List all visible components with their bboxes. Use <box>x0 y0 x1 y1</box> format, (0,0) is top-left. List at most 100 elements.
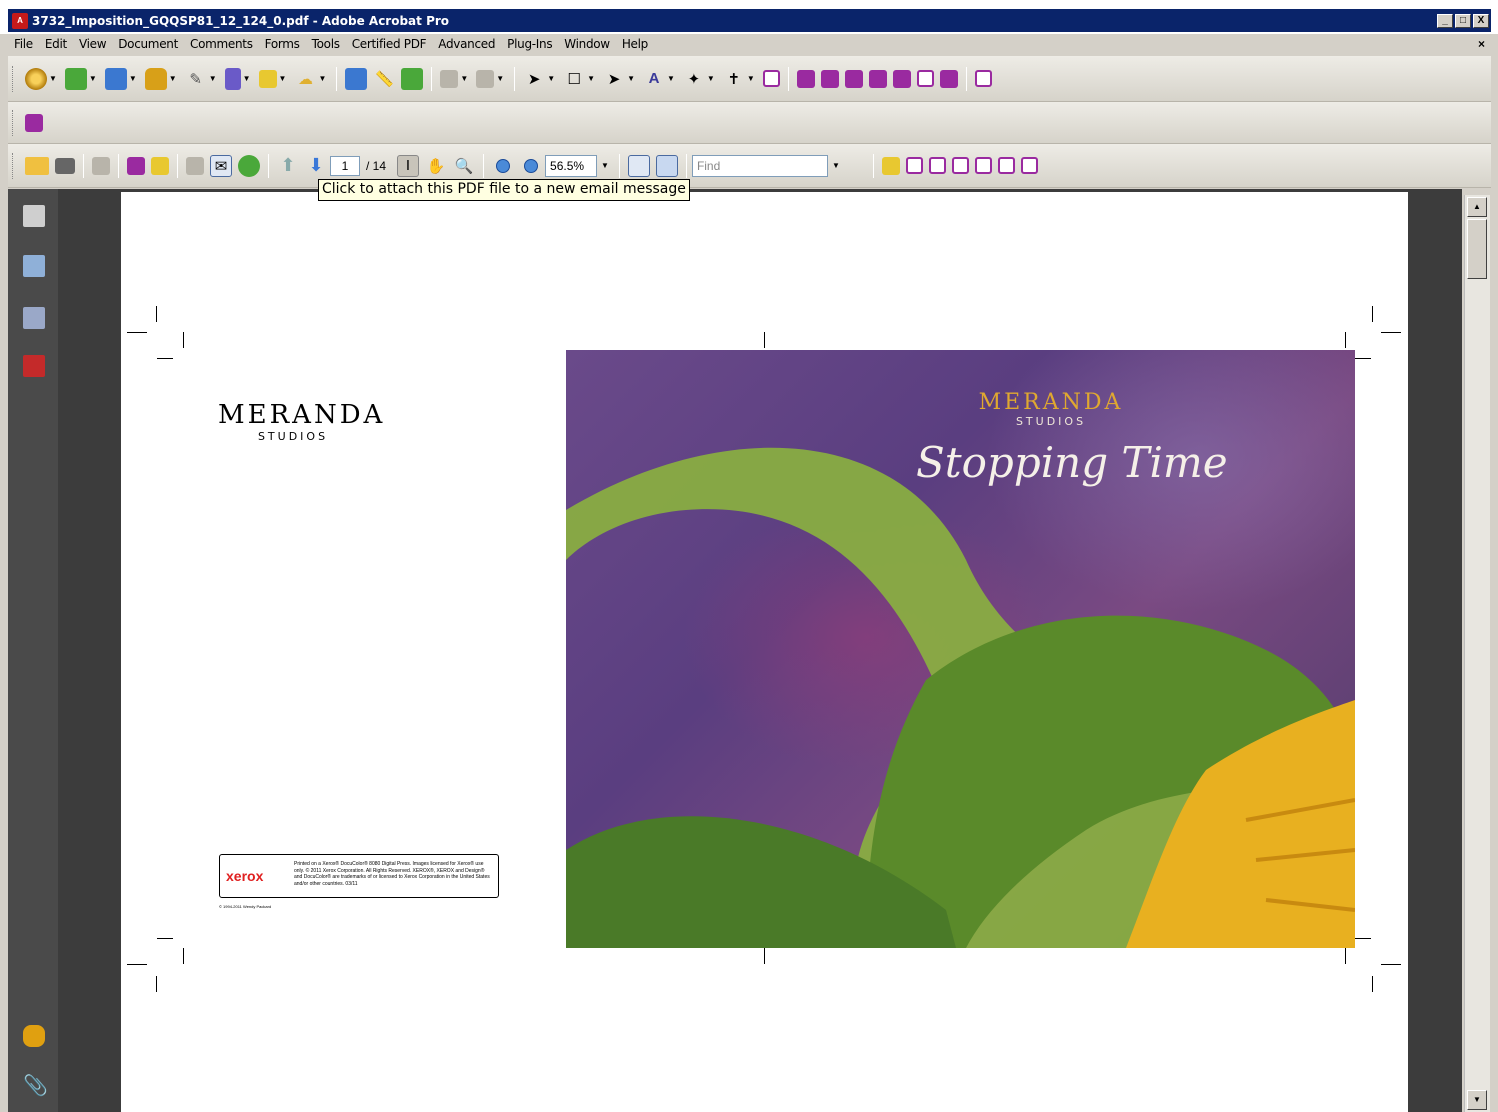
chevron-down-icon[interactable]: ▼ <box>832 161 840 170</box>
plugin-warning-icon[interactable] <box>1020 157 1038 174</box>
toolbar-grip[interactable] <box>12 65 16 92</box>
select-object-icon[interactable]: ➤ <box>523 68 545 90</box>
maximize-button[interactable]: □ <box>1455 13 1471 28</box>
page-number-input[interactable]: 1 <box>330 155 360 176</box>
plugin-frame-icon[interactable] <box>916 70 934 87</box>
chevron-down-icon[interactable]: ▼ <box>279 74 287 83</box>
comments-panel-icon[interactable] <box>23 1025 45 1047</box>
menu-help[interactable]: Help <box>616 37 654 51</box>
pin-icon[interactable]: ✝ <box>723 68 745 90</box>
measure-ruler-icon[interactable]: 📏 <box>373 68 395 90</box>
chevron-down-icon[interactable]: ▼ <box>667 74 675 83</box>
chevron-down-icon[interactable]: ▼ <box>627 74 635 83</box>
page-tool-icon[interactable] <box>762 70 780 87</box>
pages-panel-icon[interactable] <box>23 205 45 227</box>
menu-comments[interactable]: Comments <box>184 37 259 51</box>
text-tool-icon[interactable]: A <box>643 68 665 90</box>
plugin-target-icon[interactable] <box>820 69 839 88</box>
email-attach-icon[interactable]: ✉ <box>210 154 232 177</box>
menu-file[interactable]: File <box>8 37 39 51</box>
move-tool-icon[interactable]: ➤ <box>603 68 625 90</box>
sticky-note-icon[interactable] <box>881 156 900 175</box>
plugin-search-icon[interactable] <box>796 69 815 88</box>
previous-page-icon[interactable]: ⬆ <box>277 155 299 177</box>
scroll-thumb[interactable] <box>1467 219 1487 279</box>
document-viewer[interactable]: MERANDA STUDIOS MERANDA STUDIOS Stopping… <box>58 189 1462 1112</box>
plugin-page-icon[interactable] <box>974 70 992 87</box>
select-text-icon[interactable]: I <box>397 154 420 177</box>
fit-width-icon[interactable] <box>627 154 650 177</box>
zoom-tool-icon[interactable]: 🔍 <box>453 155 475 177</box>
imposition-icon[interactable] <box>25 113 43 132</box>
preflight-icon[interactable] <box>401 67 424 90</box>
pdf-info-panel-icon[interactable] <box>23 355 45 377</box>
collaborate-icon[interactable] <box>238 154 260 177</box>
vertical-scrollbar[interactable]: ▲ ▼ <box>1464 195 1490 1112</box>
plugin-marks-icon[interactable] <box>951 157 969 174</box>
plugin-image-icon[interactable] <box>868 69 887 88</box>
menu-window[interactable]: Window <box>558 37 616 51</box>
object-data-icon[interactable] <box>345 67 368 90</box>
chevron-down-icon[interactable]: ▼ <box>318 74 326 83</box>
zoom-in-icon[interactable] <box>520 155 542 177</box>
zoom-level-input[interactable]: 56.5% <box>545 154 598 177</box>
menu-advanced[interactable]: Advanced <box>432 37 501 51</box>
menu-document[interactable]: Document <box>112 37 184 51</box>
combine-files-icon[interactable] <box>64 67 87 90</box>
minimize-button[interactable]: _ <box>1437 13 1453 28</box>
scroll-down-button[interactable]: ▼ <box>1467 1090 1487 1110</box>
multimedia-icon[interactable] <box>258 69 277 88</box>
create-pdf-icon[interactable] <box>25 67 47 90</box>
toolbar-grip[interactable] <box>12 109 16 136</box>
chevron-down-icon[interactable]: ▼ <box>587 74 595 83</box>
plugin-transfer-icon[interactable] <box>939 69 958 88</box>
chevron-down-icon[interactable]: ▼ <box>460 74 468 83</box>
chevron-down-icon[interactable]: ▼ <box>169 74 177 83</box>
bookmarks-panel-icon[interactable] <box>23 255 45 277</box>
hand-tool-icon[interactable]: ✋ <box>425 155 447 177</box>
document-close-icon[interactable]: × <box>1478 37 1485 51</box>
menu-view[interactable]: View <box>73 37 112 51</box>
chevron-down-icon[interactable]: ▼ <box>601 161 609 170</box>
save-icon[interactable] <box>186 156 204 175</box>
chevron-down-icon[interactable]: ▼ <box>707 74 715 83</box>
chevron-down-icon[interactable]: ▼ <box>89 74 97 83</box>
organizer-icon[interactable] <box>92 156 110 175</box>
titlebar-inner[interactable]: A 3732_Imposition_GQQSP81_12_124_0.pdf -… <box>8 9 1491 32</box>
menu-forms[interactable]: Forms <box>259 37 306 51</box>
plugin-check-icon[interactable] <box>844 69 863 88</box>
signatures-panel-icon[interactable] <box>23 307 45 329</box>
secure-lock-icon[interactable] <box>144 67 167 90</box>
chevron-down-icon[interactable]: ▼ <box>129 74 137 83</box>
review-comment-icon[interactable]: ☁ <box>294 68 316 90</box>
menu-plugins[interactable]: Plug-Ins <box>501 37 558 51</box>
chevron-down-icon[interactable]: ▼ <box>49 74 57 83</box>
plugin-bleed-icon[interactable] <box>928 157 946 174</box>
print-icon[interactable] <box>55 157 75 174</box>
plugin-color-icon[interactable] <box>892 69 911 88</box>
stamp-icon[interactable] <box>476 69 495 88</box>
chevron-down-icon[interactable]: ▼ <box>547 74 555 83</box>
scan-icon[interactable] <box>151 156 169 175</box>
next-page-icon[interactable]: ⬇ <box>305 155 327 177</box>
open-folder-icon[interactable] <box>25 156 49 175</box>
rectangle-tool-icon[interactable]: ☐ <box>563 68 585 90</box>
export-icon[interactable] <box>104 67 127 90</box>
chevron-down-icon[interactable]: ▼ <box>209 74 217 83</box>
chevron-down-icon[interactable]: ▼ <box>243 74 251 83</box>
plugin-approve-icon[interactable] <box>974 157 992 174</box>
share-icon[interactable] <box>127 156 145 175</box>
sign-pen-icon[interactable]: ✎ <box>185 68 207 90</box>
close-button[interactable]: X <box>1473 13 1489 28</box>
scroll-up-button[interactable]: ▲ <box>1467 197 1487 217</box>
print-production-icon[interactable] <box>440 69 459 88</box>
plugin-crop-icon[interactable] <box>905 157 923 174</box>
toolbar-grip[interactable] <box>12 152 16 179</box>
touchup-text-icon[interactable]: ✦ <box>683 68 705 90</box>
menu-certified-pdf[interactable]: Certified PDF <box>346 37 433 51</box>
find-input[interactable]: Find <box>691 154 828 177</box>
chevron-down-icon[interactable]: ▼ <box>496 74 504 83</box>
plugin-verify-icon[interactable] <box>997 157 1015 174</box>
forms-icon[interactable] <box>224 67 241 90</box>
menu-edit[interactable]: Edit <box>39 37 73 51</box>
